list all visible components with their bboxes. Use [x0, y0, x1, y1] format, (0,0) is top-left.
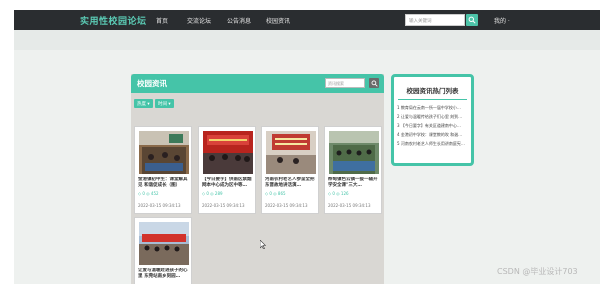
news-card[interactable]: 河南农村老艺人参呈全把东晋故地讲活演… ◇ 0 ◎ 865 2022-03-15…: [261, 126, 319, 214]
hot-news-item[interactable]: 3 【今日要字】有关区道建南中心…: [397, 123, 469, 129]
site-brand[interactable]: 实用性校园论坛: [80, 14, 147, 27]
news-card-date: 2022-03-15 09:34:13: [202, 203, 245, 208]
search-icon: [371, 80, 378, 87]
hot-news-panel: 校园资讯热门列表 1 教育局在云南一所一届中学校小… 2 让爱与温暖传给孩子们心…: [391, 74, 474, 166]
hot-news-title: 校园资讯热门列表: [406, 87, 459, 95]
news-panel: 校园资讯 资讯搜索 热度 ▾ 时间 ▾ 金港镇初中生：课堂解其见 和谐促成长（图…: [131, 74, 384, 284]
nav-link-home[interactable]: 首页: [156, 16, 168, 25]
news-card[interactable]: 金港镇初中生：课堂解其见 和谐促成长（图） ◇ 0 ◎ 452 2022-03-…: [134, 126, 192, 214]
nav-link-notice[interactable]: 公告消息: [227, 16, 251, 25]
news-card-date: 2022-03-15 09:34:13: [328, 203, 371, 208]
news-card-title: 桦甸镇色云镇一拔一辅开学安全课"三大…: [328, 177, 378, 188]
search-icon: [468, 16, 476, 24]
news-card-image: [266, 131, 316, 174]
nav-search-button[interactable]: [466, 14, 478, 26]
news-card-stats: ◇ 0 ◎ 289: [202, 191, 223, 196]
news-card-title: 【今日要字】供南区禁烟网本中心成为区中等…: [202, 177, 252, 188]
nav-link-forum[interactable]: 交流论坛: [187, 16, 211, 25]
page: 实用性校园论坛 首页 交流论坛 公告消息 校园资讯 输入关键词 我的 · 校园资…: [14, 10, 600, 284]
news-card-image: [139, 222, 189, 265]
nav-link-news[interactable]: 校园资讯: [266, 16, 290, 25]
news-card-stats: ◇ 0 ◎ 865: [265, 191, 286, 196]
news-card-title: 金港镇初中生：课堂解其见 和谐促成长（图）: [138, 177, 188, 188]
news-search-input[interactable]: 资讯搜索: [325, 78, 365, 88]
divider: [398, 99, 467, 100]
news-card-image: [139, 131, 189, 174]
news-panel-title: 校园资讯: [137, 79, 167, 88]
news-card-date: 2022-03-15 09:34:13: [265, 203, 308, 208]
news-card-title: 让爱与温暖赴进孩子的心里 东莞站南乡刻园…: [138, 268, 188, 279]
filter-time-button[interactable]: 时间 ▾: [155, 99, 174, 108]
news-panel-header: 校园资讯 资讯搜索: [131, 74, 384, 93]
news-card[interactable]: 让爱与温暖赴进孩子的心里 东莞站南乡刻园…: [134, 217, 192, 284]
news-card[interactable]: 【今日要字】供南区禁烟网本中心成为区中等… ◇ 0 ◎ 289 2022-03-…: [198, 126, 256, 214]
news-card-date: 2022-03-15 09:34:13: [138, 203, 181, 208]
mouse-cursor-icon: [260, 240, 266, 249]
banner-strip: [14, 30, 600, 50]
top-nav: 实用性校园论坛 首页 交流论坛 公告消息 校园资讯 输入关键词 我的 ·: [14, 10, 600, 30]
news-card-stats: ◇ 0 ◎ 452: [138, 191, 159, 196]
news-card-stats: ◇ 0 ◎ 126: [328, 191, 349, 196]
hot-news-item[interactable]: 1 教育局在云南一所一届中学校小…: [397, 105, 469, 111]
hot-news-item[interactable]: 5 河南农村老艺人师生长用讲南庭宪…: [397, 141, 469, 147]
nav-search-input[interactable]: 输入关键词: [405, 14, 465, 26]
news-card-image: [329, 131, 379, 174]
news-card[interactable]: 桦甸镇色云镇一拔一辅开学安全课"三大… ◇ 0 ◎ 126 2022-03-15…: [324, 126, 382, 214]
watermark: CSDN @毕业设计703: [497, 267, 578, 276]
news-search-button[interactable]: [369, 78, 379, 88]
user-menu[interactable]: 我的 ·: [494, 16, 510, 25]
news-card-image: [203, 131, 253, 174]
hot-news-item[interactable]: 4 金港初中学校：课堂教的吹 和谐…: [397, 132, 469, 138]
filter-hot-button[interactable]: 热度 ▾: [134, 99, 153, 108]
news-card-title: 河南农村老艺人参呈全把东晋故地讲活演…: [265, 177, 315, 188]
hot-news-item[interactable]: 2 让爱与温暖传给孩子们心里 刻到…: [397, 114, 469, 120]
